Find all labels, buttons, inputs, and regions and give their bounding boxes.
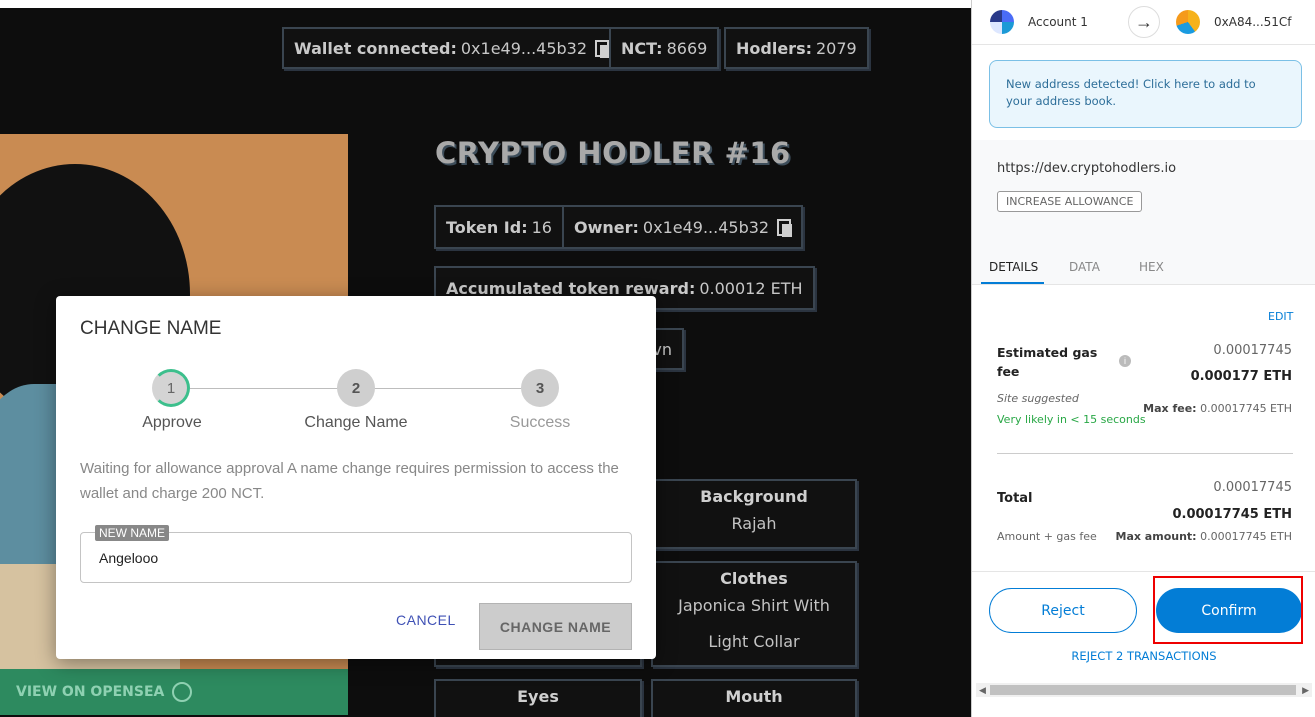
new-name-label: NEW NAME [95, 525, 169, 541]
max-fee-label: Max fee: [1143, 402, 1197, 415]
stepper-connector [190, 388, 338, 389]
opensea-icon [172, 682, 193, 702]
copy-icon[interactable] [777, 218, 793, 237]
wallet-address: 0x1e49...45b32 [460, 38, 588, 58]
nct-label: NCT: [621, 38, 663, 58]
stepper-connector [374, 388, 522, 389]
gas-fee-small: 0.00017745 [1213, 343, 1292, 358]
trait-card: Mouth [651, 679, 857, 717]
max-fee-value: 0.00017745 ETH [1200, 402, 1292, 415]
confirm-button[interactable]: Confirm [1156, 588, 1302, 633]
reject-all-link[interactable]: REJECT 2 TRANSACTIONS [972, 649, 1315, 663]
nct-balance-pill: NCT: 8669 [609, 27, 720, 69]
step-2-circle: 2 [337, 369, 375, 407]
view-on-opensea-button[interactable]: VIEW ON OPENSEA [0, 669, 348, 715]
trait-value: Japonica Shirt With Light Collar [678, 596, 830, 651]
step-1-label: Approve [142, 414, 202, 431]
gas-fee-value: 0.000177 ETH [1190, 369, 1292, 384]
increase-allowance-badge: INCREASE ALLOWANCE [997, 191, 1143, 212]
reward-label: Accumulated token reward: [446, 278, 696, 298]
scroll-right-icon[interactable]: ▶ [1302, 683, 1309, 697]
change-name-button[interactable]: CHANGE NAME [479, 603, 632, 650]
step-1-circle: 1 [152, 369, 190, 407]
scroll-left-icon[interactable]: ◀ [979, 683, 986, 697]
recipient-avatar-icon [1176, 10, 1200, 34]
likelihood-text: Very likely in < 15 seconds [997, 413, 1146, 426]
hodlers-pill: Hodlers: 2079 [724, 27, 869, 69]
tab-bar: DETAILS DATA HEX [972, 255, 1315, 285]
footer-divider [972, 571, 1315, 572]
max-amount-value: 0.00017745 ETH [1200, 530, 1292, 543]
max-fee-row: Max fee: 0.00017745 ETH [1143, 402, 1292, 415]
gas-fee-label: Estimated gas fee [997, 345, 1098, 379]
total-label: Total [997, 491, 1033, 506]
from-account-name[interactable]: Account 1 [1028, 15, 1088, 29]
trait-key: Mouth [725, 687, 783, 706]
token-id-value: 16 [531, 217, 552, 237]
arrow-right-icon: → [1128, 6, 1160, 38]
trait-key: Eyes [517, 687, 559, 706]
token-id-label: Token Id: [446, 217, 528, 237]
tab-hex[interactable]: HEX [1139, 260, 1164, 274]
tab-details[interactable]: DETAILS [989, 260, 1038, 274]
total-value: 0.00017745 ETH [1172, 507, 1292, 522]
wallet-label: Wallet connected: [294, 38, 457, 58]
hodlers-label: Hodlers: [736, 38, 812, 58]
trait-card: Eyes [434, 679, 642, 717]
opensea-label: VIEW ON OPENSEA [16, 684, 165, 700]
horizontal-scrollbar[interactable]: ◀ ▶ [976, 683, 1312, 697]
amount-gas-label: Amount + gas fee [997, 530, 1097, 543]
trait-key: Clothes [720, 569, 788, 588]
site-origin: https://dev.cryptohodlers.io [997, 161, 1177, 176]
active-tab-indicator [981, 282, 1044, 284]
edit-gas-link[interactable]: EDIT [1268, 310, 1293, 323]
trait-value: Rajah [731, 514, 777, 533]
nft-title: CRYPTO HODLER #16 [435, 136, 791, 170]
wallet-connected-pill: Wallet connected: 0x1e49...45b32 [282, 27, 622, 69]
new-address-notice[interactable]: New address detected! Click here to add … [989, 60, 1302, 128]
token-id-pill: Token Id: 16 [434, 205, 564, 249]
trait-key: Background [700, 487, 808, 506]
cancel-button[interactable]: CANCEL [396, 612, 456, 628]
owner-pill: Owner: 0x1e49...45b32 [562, 205, 804, 249]
metamask-confirmation-panel: Account 1 → 0xA84...51Cf New address det… [971, 0, 1315, 717]
copy-icon[interactable] [595, 39, 611, 58]
total-small: 0.00017745 [1213, 480, 1292, 495]
scrollbar-thumb[interactable] [990, 685, 1296, 695]
dialog-message: Waiting for allowance approval A name ch… [80, 460, 619, 502]
dialog-title: CHANGE NAME [80, 318, 222, 339]
reject-button[interactable]: Reject [989, 588, 1137, 633]
nct-value: 8669 [666, 38, 708, 58]
trait-card: Clothes Japonica Shirt With Light Collar [651, 561, 857, 667]
section-divider [997, 453, 1293, 454]
max-amount-label: Max amount: [1115, 530, 1197, 543]
reward-value: 0.00012 ETH [699, 278, 803, 298]
origin-section: https://dev.cryptohodlers.io INCREASE AL… [972, 140, 1315, 255]
to-address[interactable]: 0xA84...51Cf [1214, 15, 1292, 29]
new-name-input[interactable] [99, 550, 599, 566]
top-white-strip [0, 0, 975, 8]
site-suggested-label: Site suggested [997, 392, 1079, 405]
max-amount-row: Max amount: 0.00017745 ETH [1116, 530, 1292, 543]
step-3-circle: 3 [521, 369, 559, 407]
change-name-dialog: CHANGE NAME 1 2 3 Approve Change Name Su… [56, 296, 656, 659]
hodlers-value: 2079 [815, 38, 857, 58]
account-avatar-icon [990, 10, 1014, 34]
step-3-label: Success [509, 414, 571, 431]
trait-card: Background Rajah [651, 479, 857, 549]
info-icon[interactable]: i [1119, 355, 1131, 367]
new-name-field: NEW NAME [80, 525, 632, 583]
tab-data[interactable]: DATA [1069, 260, 1100, 274]
account-header: Account 1 → 0xA84...51Cf [972, 0, 1315, 45]
owner-address: 0x1e49...45b32 [642, 217, 770, 237]
owner-label: Owner: [574, 217, 639, 237]
step-2-label: Change Name [304, 414, 408, 431]
